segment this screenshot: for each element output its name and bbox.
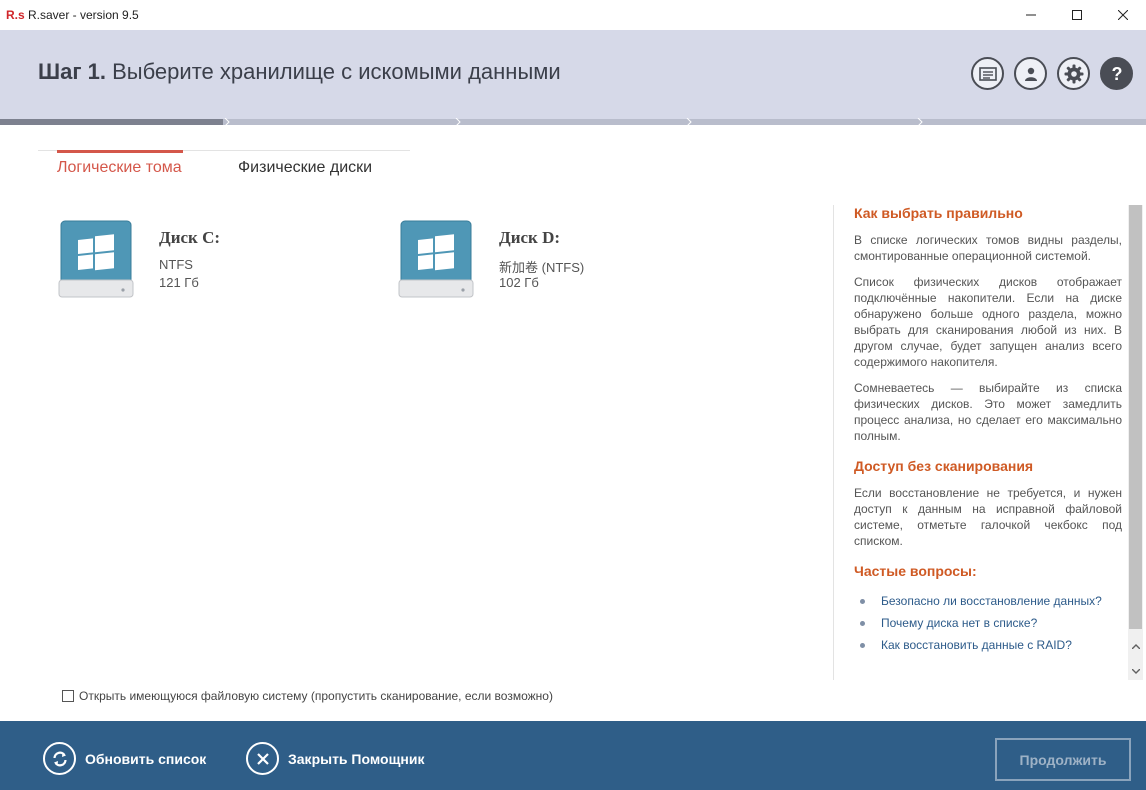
window-controls <box>1008 0 1146 30</box>
scroll-up-arrow[interactable] <box>1128 638 1143 655</box>
wizard-footer: Обновить список Закрыть Помощник Продолж… <box>0 721 1146 790</box>
chevron-down-icon <box>1131 669 1140 674</box>
chevron-up-icon <box>1131 644 1140 649</box>
help-paragraph: Список физических дисков отображает подк… <box>854 275 1122 369</box>
wizard-progress <box>0 118 1146 126</box>
maximize-icon <box>1072 10 1082 20</box>
title-bar: R.s R.saver - version 9.5 <box>0 0 1146 30</box>
tab-logical-volumes[interactable]: Логические тома <box>57 150 183 177</box>
refresh-label: Обновить список <box>85 750 207 767</box>
refresh-icon-circle <box>43 742 76 775</box>
windows-drive-icon <box>58 220 134 298</box>
step-number: Шаг 1. <box>38 59 106 84</box>
progress-fill <box>0 119 224 125</box>
app-logo: R.s <box>6 8 25 22</box>
faq-link[interactable]: Безопасно ли восстановление данных? <box>854 590 1122 612</box>
disk-size: 102 Гб <box>499 275 539 290</box>
account-button[interactable] <box>1014 57 1047 90</box>
disk-filesystem: 新加卷 (NTFS) <box>499 260 585 275</box>
close-window-button[interactable] <box>1100 0 1146 30</box>
scroll-down-arrow[interactable] <box>1128 663 1143 680</box>
progress-separator <box>455 118 461 126</box>
progress-separator <box>917 118 923 126</box>
log-button[interactable] <box>971 57 1004 90</box>
refresh-list-button[interactable]: Обновить список <box>43 742 206 775</box>
svg-text:?: ? <box>1111 64 1122 84</box>
help-panel: Как выбрать правильно В списке логически… <box>833 205 1128 680</box>
help-paragraph: В списке логических томов видны разделы,… <box>854 233 1122 263</box>
question-icon: ? <box>1111 64 1122 84</box>
disk-size: 121 Гб <box>159 275 199 290</box>
volume-tabs: Логические тома Физические диски <box>38 150 410 180</box>
close-icon <box>1118 10 1128 20</box>
maximize-button[interactable] <box>1054 0 1100 30</box>
help-heading-access: Доступ без сканирования <box>854 458 1034 474</box>
minimize-button[interactable] <box>1008 0 1054 30</box>
progress-separator <box>224 118 230 126</box>
help-paragraph: Сомневаетесь — выбирайте из списка физич… <box>854 381 1122 443</box>
disk-filesystem: NTFS <box>159 257 193 272</box>
user-icon <box>1024 67 1037 81</box>
faq-link[interactable]: Почему диска нет в списке? <box>854 612 1122 634</box>
disk-item-c[interactable]: Диск C: NTFS 121 Гб <box>58 218 358 300</box>
close-wizard-button[interactable]: Закрыть Помощник <box>246 742 424 775</box>
step-text: Выберите хранилище с искомыми данными <box>112 59 561 84</box>
help-content: Как выбрать правильно В списке логически… <box>854 205 1122 656</box>
close-label: Закрыть Помощник <box>288 750 425 767</box>
settings-button[interactable] <box>1057 57 1090 90</box>
faq-list: Безопасно ли восстановление данных? Поче… <box>854 590 1122 656</box>
disk-item-d[interactable]: Диск D: 新加卷 (NTFS) 102 Гб <box>398 218 698 300</box>
help-paragraph: Если восстановление не требуется, и нуже… <box>854 486 1122 548</box>
disk-name: Диск C: <box>159 228 221 247</box>
gear-icon <box>1064 64 1083 83</box>
progress-separator <box>686 118 692 126</box>
tab-physical-disks[interactable]: Физические диски <box>238 159 372 177</box>
page-title: Шаг 1. Выберите хранилище с искомыми дан… <box>38 59 561 85</box>
wizard-header: Шаг 1. Выберите хранилище с искомыми дан… <box>0 30 1146 120</box>
help-heading-faq: Частые вопросы: <box>854 563 977 579</box>
close-icon-circle <box>246 742 279 775</box>
close-icon <box>256 752 269 765</box>
help-button[interactable]: ? <box>1100 57 1133 90</box>
log-icon <box>978 66 997 81</box>
window-title: R.saver - version 9.5 <box>28 8 139 22</box>
help-heading-choose: Как выбрать правильно <box>854 205 1023 221</box>
faq-link[interactable]: Как восстановить данные с RAID? <box>854 634 1122 656</box>
scrollbar-thumb[interactable] <box>1129 205 1142 629</box>
disk-name: Диск D: <box>499 228 561 247</box>
open-filesystem-checkbox[interactable] <box>62 690 74 702</box>
windows-drive-icon <box>398 220 474 298</box>
checkbox-label: Открыть имеющуюся файловую систему (проп… <box>79 689 553 703</box>
continue-button[interactable]: Продолжить <box>995 738 1131 781</box>
help-scrollbar[interactable] <box>1128 205 1143 680</box>
open-filesystem-option[interactable]: Открыть имеющуюся файловую систему (проп… <box>62 689 553 703</box>
minimize-icon <box>1026 14 1036 16</box>
header-toolbar: ? <box>971 57 1133 90</box>
refresh-icon <box>52 751 67 766</box>
